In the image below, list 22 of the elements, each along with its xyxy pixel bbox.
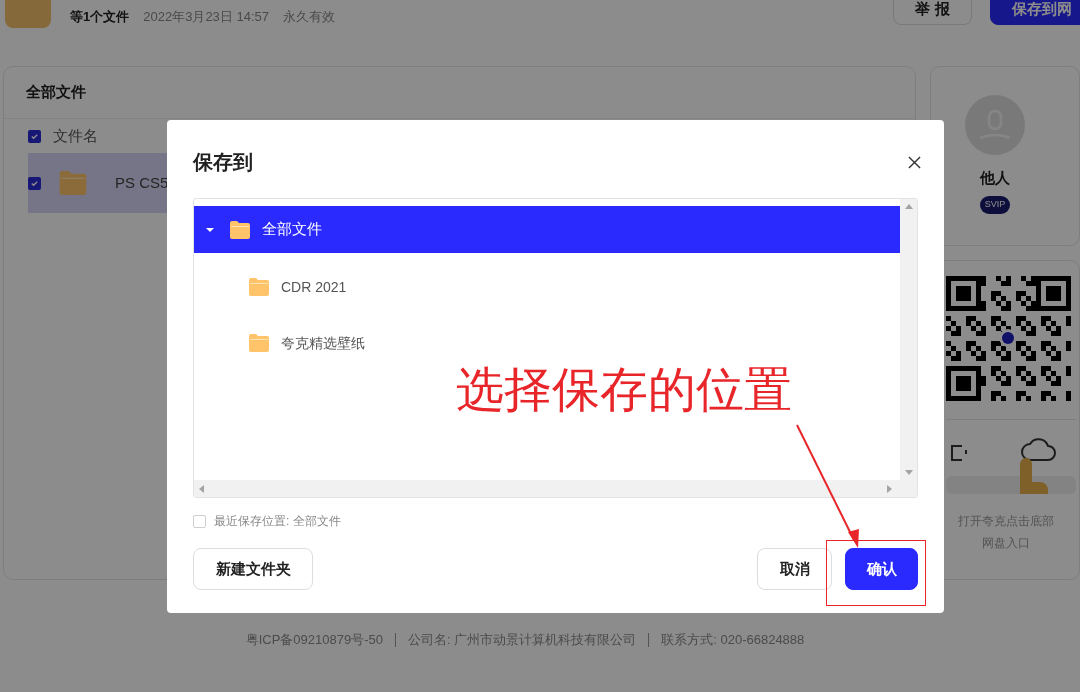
share-date: 2022年3月23日 14:57 (143, 7, 269, 26)
annotation-text: 选择保存的位置 (456, 362, 792, 418)
column-header: 文件名 (53, 125, 98, 146)
action-button[interactable]: 保存到网 (990, 0, 1080, 25)
vip-badge: SVIP (980, 195, 1010, 214)
tree-item[interactable]: CDR 2021 (194, 259, 900, 315)
tree-label: CDR 2021 (281, 277, 347, 297)
action-button[interactable]: 新建文件夹 (193, 548, 313, 590)
file-name: PS CS5 (115, 172, 169, 193)
file-count: 等1个文件 (70, 7, 130, 26)
action-button[interactable]: 确认 (845, 548, 918, 590)
panel-title: 全部文件 (26, 82, 86, 103)
dialog-title: 保存到 (193, 150, 253, 175)
footer-text: 粤ICP备09210879号-50 (245, 631, 383, 649)
tree-label: 夸克精选壁纸 (281, 333, 365, 353)
footer-text: 联系方式: 020-66824888 (661, 631, 805, 649)
validity-text: 永久有效 (283, 7, 335, 26)
tree-label: 全部文件 (262, 219, 322, 240)
action-button[interactable]: 举 报 (893, 0, 972, 25)
user-name: 他人 (980, 168, 1010, 188)
tree-item[interactable]: 全部文件 (194, 206, 900, 253)
remember-label: 最近保存位置: 全部文件 (214, 513, 341, 530)
